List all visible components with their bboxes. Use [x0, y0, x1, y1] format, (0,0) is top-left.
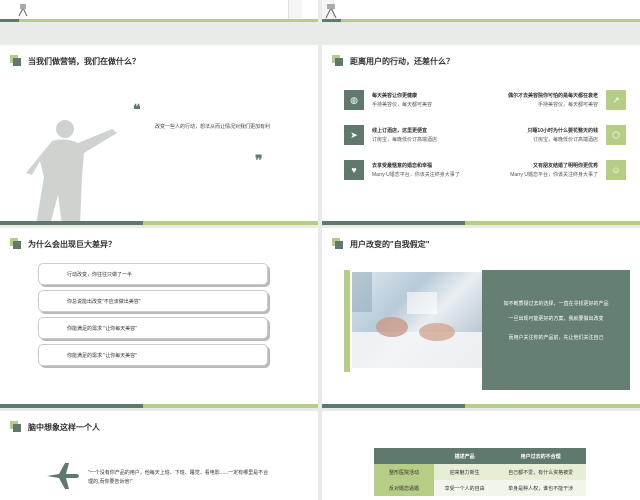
person-pointing-silhouette — [22, 115, 132, 225]
lightbulb-icon: ♥ — [344, 160, 364, 180]
slide-header: 距离用户的行动，还差什么？ — [332, 55, 454, 67]
quote-open-icon: ❝ — [133, 101, 141, 117]
panel-text-3: 而用户关注你的产品前，先让他们关注自己 — [508, 335, 604, 341]
quote-text: 改变一些人的行动，想法从而让情况对我们更加有利 — [155, 124, 271, 130]
reason-item: 你能满足的需求 "让你每天美容" — [38, 317, 268, 339]
table-cell: 享受一个人的自由 — [434, 480, 496, 496]
item-heading: 每天美容让你更健康 — [372, 93, 418, 99]
item-text: 手持美容仪，每天都可美容 — [537, 102, 598, 108]
binder-clip-icon — [322, 2, 340, 20]
reason-item: 你能满足的需求 "让你每天美容" — [38, 344, 268, 366]
paper-plane-icon: ➤ — [344, 125, 364, 145]
header-squares-icon — [332, 55, 344, 67]
header-cell: 描述产品 — [454, 453, 475, 460]
bottom-bar — [322, 19, 640, 22]
people-icon: ☺ — [606, 160, 626, 180]
header-squares-icon — [10, 238, 22, 250]
slide-marketing: 当我们做营销，我们在做什么？ ❝ 改变一些人的行动，想法从而让情况对我们更加有利… — [0, 45, 318, 225]
bottom-bar — [322, 404, 640, 408]
slide-header: 为什么会出现巨大差异？ — [10, 238, 116, 250]
airplane-icon — [45, 461, 81, 496]
slide-title: 距离用户的行动，还差什么？ — [350, 56, 454, 66]
slide-imagine-person: 脑中想象这样一个人 "一个没有你产品的用户，他每天上班、下班、睡觉、看电影...… — [0, 411, 318, 500]
header-squares-icon — [332, 238, 344, 250]
binder-clip-icon — [16, 2, 30, 18]
table-row: 整形医院活动 迎来魅力新生 自己都不爱，有什么资格被爱 — [374, 464, 586, 480]
chart-icon: ↗ — [606, 90, 626, 110]
slide-header: 当我们做营销，我们在做什么？ — [10, 55, 140, 67]
table-row: 反对婚恋逼婚 享受一个人的自由 单身是种人权，谁也不能干涉 — [374, 480, 586, 496]
slide-header: 用户改变的"自我假定" — [332, 238, 430, 250]
item-heading: 线上订酒店，这里更便宜 — [372, 128, 428, 134]
slide-gap-to-action: 距离用户的行动，还差什么？ ◍ 每天美容让你更健康手持美容仪，每天都可美容 ➤ … — [322, 45, 640, 225]
header-squares-icon — [10, 421, 22, 433]
item-text: Marry U婚恋平台，你该关注终身大事了 — [372, 172, 460, 178]
slide-partial-top-left — [0, 0, 318, 22]
right-item: ⬡ 只睡10小时为什么要花整天的钱 订房宝，每晚低价订高端酒店 — [527, 125, 626, 145]
slide-partial-top-right — [322, 0, 640, 22]
item-heading: 偶尔才去美容院你可怕的是每天都在衰老 — [507, 93, 598, 99]
bottom-bar — [322, 221, 640, 225]
left-item: ◍ 每天美容让你更健康手持美容仪，每天都可美容 — [344, 90, 432, 110]
slide-product-table: 描述产品 用户过去的不合理 整形医院活动 迎来魅力新生 自己都不爱，有什么资格被… — [322, 411, 640, 500]
left-item: ♥ 去享受最惬意的婚恋和幸福 Marry U婚恋平台，你该关注终身大事了 — [344, 160, 460, 180]
item-heading: 只睡10小时为什么要花整天的钱 — [527, 128, 598, 134]
header-cell: 用户过去的不合理 — [520, 453, 561, 460]
slide-title: 当我们做营销，我们在做什么？ — [28, 56, 140, 66]
comparison-table: 描述产品 用户过去的不合理 整形医院活动 迎来魅力新生 自己都不爱，有什么资格被… — [374, 448, 586, 496]
right-item: ☺ 又有朋友结婚了明明你更优秀 Marry U婚恋平台，你该关注终身大事了 — [510, 160, 626, 180]
panel-text-1: 如不断质疑过去的选择，一直在寻找更好的产品 — [503, 301, 609, 307]
slide-header: 脑中想象这样一个人 — [10, 421, 100, 433]
bottom-bar — [0, 221, 318, 225]
globe-icon: ◍ — [344, 90, 364, 110]
slide-why-difference: 为什么会出现巨大差异？ » 行动改变，你往往只做了一半 » 你总说能出改变"不应… — [0, 228, 318, 408]
item-text: 手持美容仪，每天都可美容 — [372, 102, 433, 108]
row-label: 整形医院活动 — [374, 464, 434, 480]
table-cell: 自己都不爱，有什么资格被爱 — [495, 464, 586, 480]
reason-item: 行动改变，你往往只做了一半 — [38, 263, 268, 285]
office-photo — [352, 272, 482, 368]
slide-title: 用户改变的"自我假定" — [350, 239, 430, 249]
item-text: Marry U婚恋平台，你该关注终身大事了 — [510, 172, 598, 178]
slide-title: 脑中想象这样一个人 — [28, 422, 100, 432]
left-item: ➤ 线上订酒店，这里更便宜订房宝，每晚低价订高端酒店 — [344, 125, 437, 145]
item-heading: 去享受最惬意的婚恋和幸福 — [372, 163, 433, 169]
bottom-bar — [0, 19, 318, 22]
quote-text: "一个没有你产品的用户，他每天上班、下班、睡觉、看电影......一定有哪里是不… — [88, 470, 269, 485]
header-squares-icon — [10, 55, 22, 67]
reason-item: 你总说能出改变"不应该做出美容" — [38, 290, 268, 312]
text-panel: 如不断质疑过去的选择，一直在寻找更好的产品 一旦出现可能更好的方案，我就要做出改… — [482, 270, 630, 390]
panel-text-2: 一旦出现可能更好的方案，我就要做出改变 — [508, 316, 604, 322]
accent-bar — [344, 270, 350, 372]
right-item: ↗ 偶尔才去美容院你可怕的是每天都在衰老手持美容仪，每天都可美容 — [508, 90, 626, 110]
quote-close-icon: ❞ — [255, 152, 263, 168]
item-heading: 又有朋友结婚了明明你更优秀 — [532, 163, 598, 169]
item-text: 订房宝，每晚低价订高端酒店 — [372, 137, 438, 143]
slide-self-assumption: 用户改变的"自我假定" 如不断质疑过去的选择，一直在寻找更好的产品 一旦出现可能… — [322, 228, 640, 408]
table-cell: 迎来魅力新生 — [434, 464, 496, 480]
header-empty — [374, 448, 434, 464]
slide-title: 为什么会出现巨大差异？ — [28, 239, 116, 249]
row-label: 反对婚恋逼婚 — [374, 480, 434, 496]
item-text: 订房宝，每晚低价订高端酒店 — [532, 137, 598, 143]
bottom-bar — [0, 404, 318, 408]
cube-icon: ⬡ — [606, 125, 626, 145]
table-cell: 单身是种人权，谁也不能干涉 — [495, 480, 586, 496]
table-header-row: 描述产品 用户过去的不合理 — [374, 448, 586, 464]
